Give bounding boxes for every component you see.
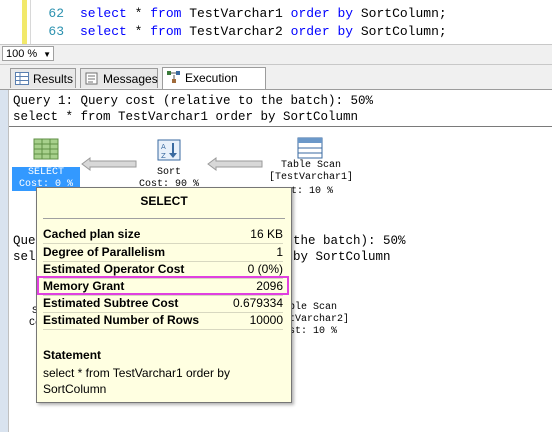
flow-arrow-icon [81, 157, 137, 171]
keyword: order by [290, 6, 354, 21]
property-row: Estimated Number of Rows 10000 [43, 312, 283, 330]
memory-grant-highlight [37, 276, 289, 295]
flow-arrow-icon [207, 157, 263, 171]
keyword: select [80, 6, 127, 21]
code-text: * [126, 6, 151, 21]
change-indicator [22, 0, 27, 44]
divider [43, 218, 285, 219]
results-tabbar: Results Messages Execution plan [0, 65, 552, 105]
sort-icon[interactable]: A Z [157, 139, 181, 161]
query2-sql-start: sel [13, 250, 36, 264]
tab-label: Messages [103, 72, 158, 86]
q2-table-scan-label: able Scan stVarchar2] ost: 10 % [283, 302, 353, 338]
line-number: 63 [48, 24, 64, 39]
keyword: from [150, 24, 182, 39]
left-margin [0, 90, 8, 432]
tab-results[interactable]: Results [10, 68, 76, 88]
table-scan-node-label: Table Scan [TestVarchar1] [257, 160, 365, 184]
statement-heading: Statement [43, 348, 102, 362]
property-value: 0.679334 [232, 296, 283, 310]
zoom-bar: 100 % ▼ [0, 44, 552, 65]
tooltip-title: SELECT [140, 194, 188, 208]
tab-execution-plan[interactable]: Execution plan [162, 67, 266, 105]
code-text: SortColumn; [353, 6, 447, 21]
code-text: SortColumn; [353, 24, 447, 39]
code-text: TestVarchar1 [181, 6, 291, 21]
zoom-value: 100 % [6, 48, 38, 60]
editor-gutter [0, 0, 31, 44]
node-name: Table Scan [280, 160, 341, 171]
property-label: Cached plan size [43, 227, 141, 241]
property-row: Degree of Parallelism 1 [43, 244, 283, 262]
property-row: Cached plan size 16 KB [43, 226, 283, 244]
property-label: Estimated Number of Rows [43, 313, 200, 327]
tab-messages[interactable]: Messages [80, 68, 158, 88]
svg-text:Z: Z [161, 152, 166, 160]
node-cost: ost: 10 % [283, 326, 338, 337]
query1-sql: select * from TestVarchar1 order by Sort… [13, 110, 359, 124]
property-label: Estimated Subtree Cost [43, 296, 179, 310]
svg-text:A: A [161, 143, 166, 151]
keyword: select [80, 24, 127, 39]
sql-editor[interactable]: 62 select * from TestVarchar1 order by So… [0, 0, 552, 44]
code-line[interactable]: 63 select * from TestVarchar2 order by So… [30, 23, 447, 41]
property-value: 16 KB [250, 227, 283, 241]
tab-label: Results [33, 72, 74, 86]
grid-icon [15, 72, 29, 85]
node-name: Sort [156, 167, 181, 178]
code-text: * [126, 24, 151, 39]
property-value: 1 [276, 245, 283, 259]
query1-header: Query 1: Query cost (relative to the bat… [13, 94, 374, 108]
code-text: TestVarchar2 [181, 24, 291, 39]
keyword: order by [290, 24, 354, 39]
zoom-select[interactable]: 100 % ▼ [2, 46, 54, 61]
chevron-down-icon[interactable]: ▼ [43, 47, 51, 62]
operator-tooltip: SELECT Cached plan size 16 KB Degree of P… [36, 187, 292, 403]
line-number: 62 [48, 6, 64, 21]
node-name: able Scan [283, 302, 338, 313]
select-node-icon[interactable] [33, 138, 59, 160]
node-name: SELECT [27, 167, 64, 178]
messages-icon [85, 72, 98, 85]
code-line[interactable]: 62 select * from TestVarchar1 order by So… [30, 5, 447, 23]
node-table: stVarchar2] [283, 314, 350, 325]
property-row: Estimated Subtree Cost 0.679334 [43, 295, 283, 313]
execution-plan-icon [167, 71, 180, 83]
query2-header-end: the batch): 50% [293, 234, 406, 248]
property-label: Degree of Parallelism [43, 245, 166, 259]
query2-sql-end: by SortColumn [293, 250, 391, 264]
keyword: from [150, 6, 182, 21]
divider [9, 126, 552, 127]
property-value: 10000 [249, 313, 283, 327]
query2-header-start: Que [13, 234, 36, 248]
node-table: [TestVarchar1] [268, 172, 353, 183]
statement-text: select * from TestVarchar1 order by Sort… [43, 366, 230, 396]
table-scan-icon[interactable] [297, 137, 323, 159]
